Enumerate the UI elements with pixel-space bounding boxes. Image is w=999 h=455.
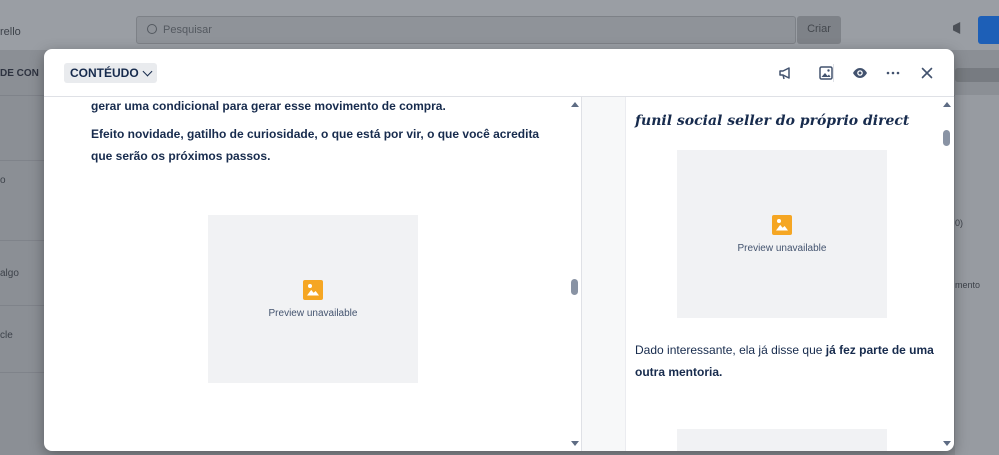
paragraph: gerar uma condicional para gerar esse mo… <box>91 99 446 113</box>
background-row-label: 0) <box>955 218 964 228</box>
background-app-label: rello <box>0 26 21 38</box>
background-share-pill <box>955 68 999 82</box>
background-search-input: Pesquisar <box>136 16 796 44</box>
more-icon[interactable] <box>883 63 903 83</box>
image-icon[interactable] <box>816 63 836 83</box>
close-icon[interactable] <box>917 63 937 83</box>
right-heading: funil social seller do próprio direct <box>635 113 910 129</box>
right-scrollbar[interactable] <box>940 97 952 451</box>
paragraph: Efeito novidade, gatilho de curiosidade,… <box>91 127 540 163</box>
left-content-pane[interactable]: gerar uma condicional para gerar esse mo… <box>44 97 568 451</box>
image-placeholder: Preview unavailable <box>208 215 418 383</box>
background-divider <box>0 372 44 373</box>
background-row-label: mento <box>955 280 981 290</box>
eye-icon[interactable] <box>850 63 870 83</box>
background-divider <box>0 240 44 241</box>
content-modal: CONTÉUDO gerar uma condicional para gera… <box>44 49 954 451</box>
background-divider <box>0 160 44 161</box>
background-accent-button <box>978 16 999 44</box>
scroll-down-arrow-icon[interactable] <box>943 441 951 446</box>
scroll-down-arrow-icon[interactable] <box>571 441 579 446</box>
scroll-up-arrow-icon[interactable] <box>943 102 951 107</box>
modal-header: CONTÉUDO <box>44 49 954 97</box>
image-placeholder: Preview unavailable <box>677 150 887 318</box>
scroll-up-arrow-icon[interactable] <box>571 102 579 107</box>
search-placeholder: Pesquisar <box>163 24 212 36</box>
image-placeholder-icon <box>772 214 792 235</box>
preview-caption: Preview unavailable <box>737 242 827 254</box>
background-divider <box>0 305 44 306</box>
background-row-label: cle <box>0 330 13 341</box>
background-right-column <box>955 95 999 455</box>
search-icon <box>147 24 157 34</box>
background-column-label: DE CON <box>0 68 39 79</box>
image-placeholder-icon <box>303 279 323 300</box>
dropdown-label: CONTÉUDO <box>70 66 139 80</box>
preview-caption: Preview unavailable <box>268 307 358 319</box>
right-paragraph: Dado interessante, ela já disse que já f… <box>635 339 935 383</box>
chevron-down-icon <box>142 66 153 76</box>
left-scrollbar[interactable] <box>568 97 580 451</box>
scroll-thumb[interactable] <box>571 279 578 295</box>
background-row-label: algo <box>0 268 19 279</box>
background-create-button: Criar <box>797 16 841 44</box>
scroll-thumb[interactable] <box>943 130 950 146</box>
image-placeholder <box>677 429 887 451</box>
megaphone-icon[interactable] <box>776 63 796 83</box>
background-row-label: o <box>0 175 6 186</box>
paragraph-text: Dado interessante, ela já disse que <box>635 343 826 357</box>
right-pane-gutter <box>582 97 626 451</box>
content-type-dropdown[interactable]: CONTÉUDO <box>64 63 157 83</box>
